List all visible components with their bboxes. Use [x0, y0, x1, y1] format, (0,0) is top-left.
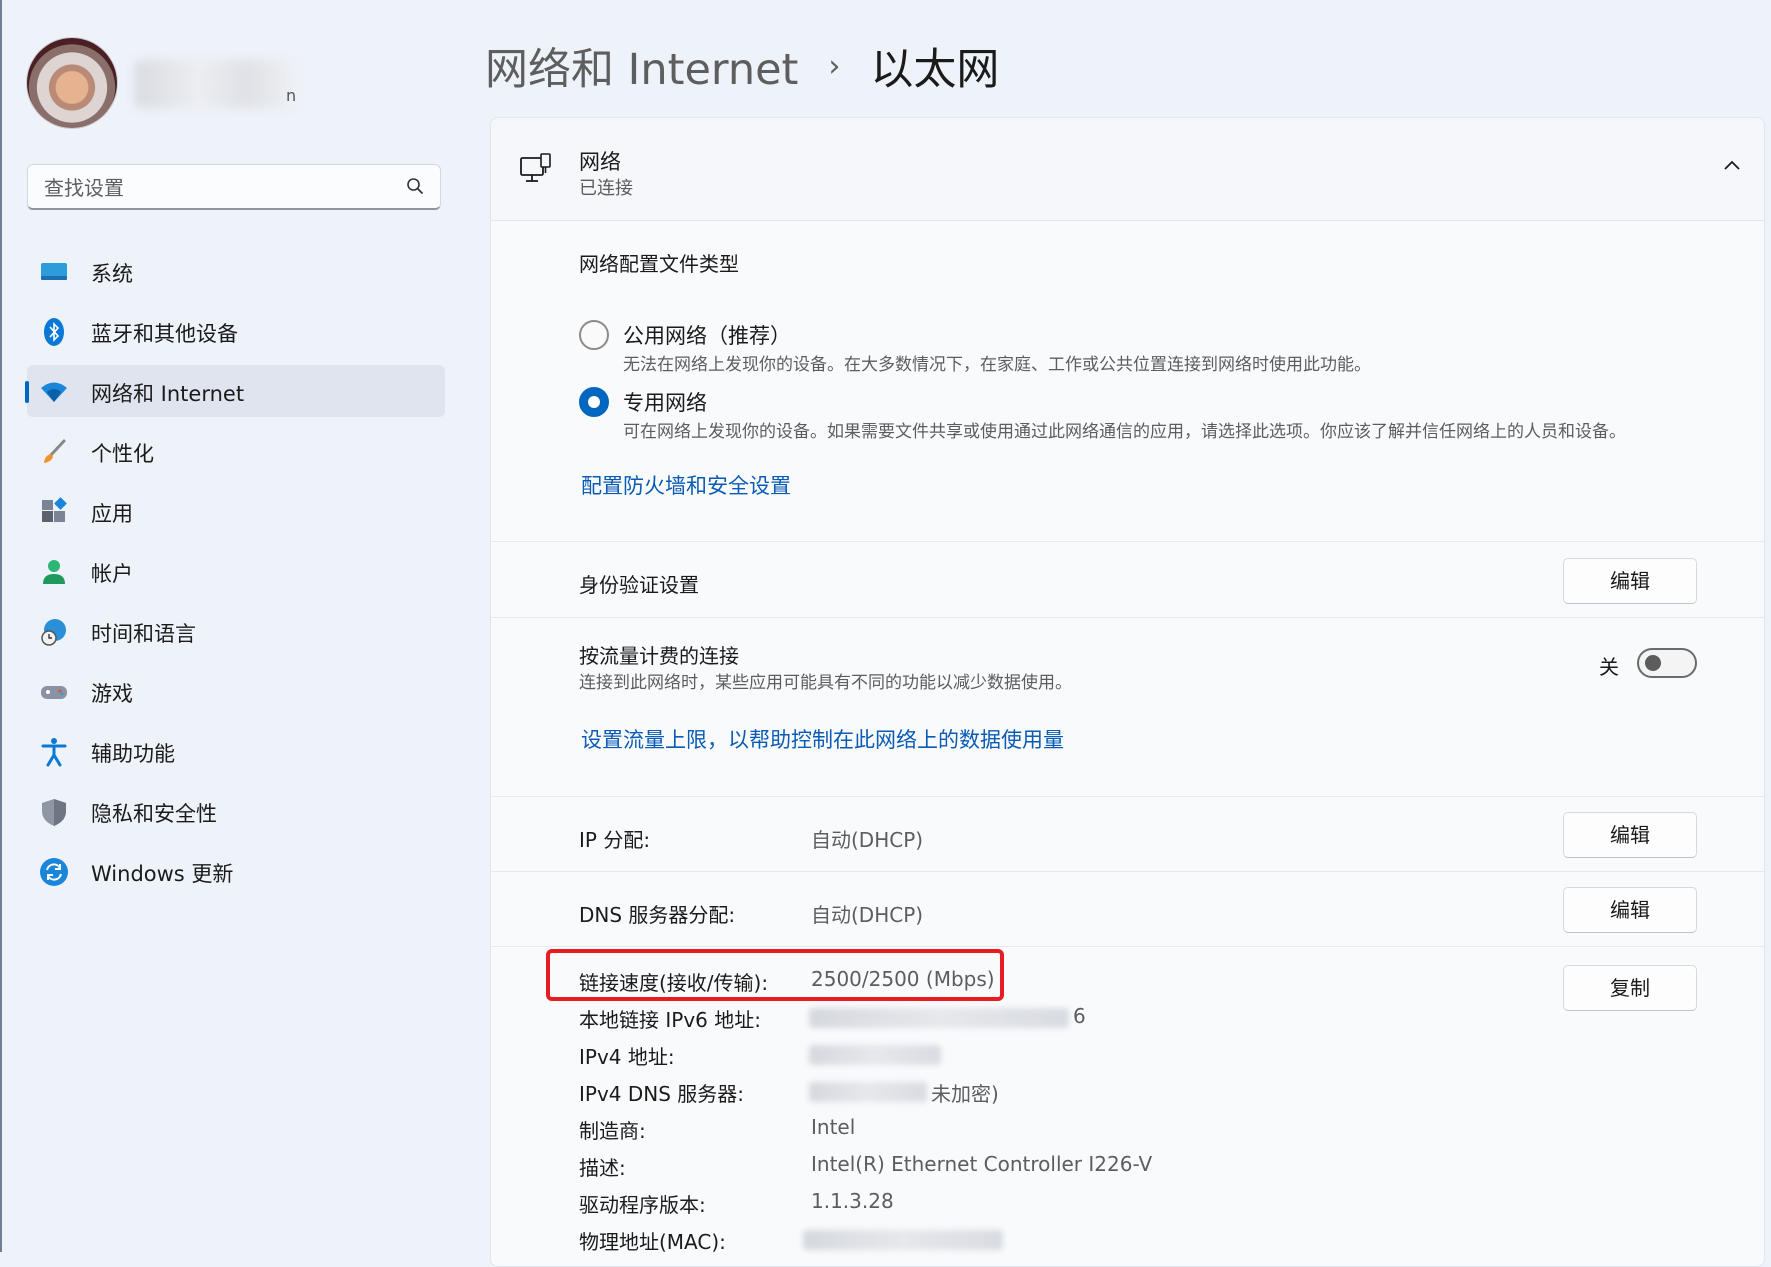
sidebar-item-system[interactable]: 系统	[27, 245, 445, 297]
divider	[491, 617, 1764, 618]
driver-version-label: 驱动程序版本:	[579, 1193, 706, 1217]
description-value: Intel(R) Ethernet Controller I226-V	[811, 1152, 1153, 1176]
radio-private-network[interactable]	[579, 387, 609, 417]
avatar[interactable]	[27, 38, 117, 128]
ip-assignment-label: IP 分配:	[579, 828, 651, 852]
card-title: 网络	[579, 150, 621, 174]
auth-edit-button[interactable]: 编辑	[1563, 558, 1697, 604]
breadcrumb-parent[interactable]: 网络和 Internet	[485, 35, 798, 97]
ipv4-redacted	[809, 1045, 941, 1065]
network-card-header[interactable]: 网络 已连接	[491, 118, 1764, 221]
description-label: 描述:	[579, 1156, 626, 1180]
metered-connection-label: 按流量计费的连接	[579, 644, 739, 668]
accessibility-icon	[41, 738, 67, 767]
divider	[491, 946, 1764, 947]
breadcrumb: 网络和 Internet › 以太网	[485, 36, 999, 96]
ipv6-label: 本地链接 IPv6 地址:	[579, 1008, 761, 1032]
ethernet-icon	[520, 153, 551, 182]
globe-clock-icon	[41, 619, 66, 646]
ipv4-label: IPv4 地址:	[579, 1045, 675, 1069]
chevron-up-icon[interactable]	[1722, 158, 1742, 172]
ipv4-dns-label: IPv4 DNS 服务器:	[579, 1082, 745, 1106]
toggle-knob	[1645, 655, 1661, 671]
metered-connection-desc: 连接到此网络时，某些应用可能具有不同的功能以减少数据使用。	[579, 673, 1072, 693]
driver-version-value: 1.1.3.28	[811, 1189, 894, 1213]
sidebar-item-label: 隐私和安全性	[91, 802, 217, 826]
private-network-desc: 可在网络上发现你的设备。如果需要文件共享或使用通过此网络通信的应用，请选择此选项…	[623, 422, 1626, 442]
sidebar-item-label: Windows 更新	[91, 862, 234, 886]
sidebar-item-accessibility[interactable]: 辅助功能	[27, 725, 445, 777]
ip-edit-button[interactable]: 编辑	[1563, 812, 1697, 858]
divider	[491, 541, 1764, 542]
sidebar-item-label: 蓝牙和其他设备	[91, 322, 238, 346]
sidebar: n 系统 蓝牙和其他设备 网络和 Inte	[0, 0, 480, 1252]
connection-status: 已连接	[579, 178, 633, 199]
sidebar-item-label: 个性化	[91, 442, 154, 466]
sidebar-item-label: 帐户	[91, 562, 133, 586]
dns-edit-button[interactable]: 编辑	[1563, 887, 1697, 933]
sidebar-item-bluetooth[interactable]: 蓝牙和其他设备	[27, 305, 445, 357]
manufacturer-label: 制造商:	[579, 1119, 646, 1143]
metered-toggle[interactable]	[1637, 648, 1697, 678]
firewall-settings-link[interactable]: 配置防火墙和安全设置	[581, 470, 791, 500]
divider	[491, 796, 1764, 797]
sidebar-item-network[interactable]: 网络和 Internet	[25, 365, 445, 417]
account-icon	[43, 560, 65, 584]
bluetooth-icon	[44, 318, 64, 346]
username-visible-tail: n	[286, 86, 297, 105]
shield-icon	[42, 799, 66, 826]
sidebar-item-gaming[interactable]: 游戏	[27, 665, 445, 717]
profile-type-label: 网络配置文件类型	[579, 252, 739, 276]
breadcrumb-separator: ›	[828, 48, 841, 84]
ipv6-value-tail: 6	[1073, 1004, 1086, 1028]
sidebar-item-apps[interactable]: 应用	[27, 485, 445, 537]
search-box[interactable]	[27, 164, 441, 210]
gamepad-icon	[41, 686, 67, 699]
brush-icon	[44, 439, 66, 463]
ipv6-redacted	[809, 1008, 1069, 1028]
public-network-desc: 无法在网络上发现你的设备。在大多数情况下，在家庭、工作或公共位置连接到网络时使用…	[623, 355, 1371, 375]
username-redacted	[135, 60, 295, 108]
update-icon	[40, 858, 68, 886]
sidebar-item-accounts[interactable]: 帐户	[27, 545, 445, 597]
private-network-title: 专用网络	[623, 391, 707, 415]
sidebar-item-personalization[interactable]: 个性化	[27, 425, 445, 477]
page-title: 以太网	[870, 45, 1000, 95]
sidebar-item-label: 网络和 Internet	[91, 382, 245, 406]
wifi-icon	[41, 382, 67, 402]
link-speed-highlight	[546, 949, 1004, 1001]
ip-assignment-value: 自动(DHCP)	[811, 828, 924, 852]
sidebar-item-label: 辅助功能	[91, 742, 175, 766]
data-limit-link[interactable]: 设置流量上限，以帮助控制在此网络上的数据使用量	[581, 724, 1064, 754]
radio-public-network[interactable]	[579, 320, 609, 350]
apps-icon	[42, 497, 67, 522]
divider	[491, 871, 1764, 872]
search-icon[interactable]	[406, 177, 424, 195]
search-input[interactable]	[42, 174, 386, 202]
ipv4-dns-redacted	[809, 1082, 927, 1102]
sidebar-item-privacy[interactable]: 隐私和安全性	[27, 785, 445, 837]
ipv4-dns-value-tail: 未加密)	[931, 1082, 999, 1106]
dns-assignment-value: 自动(DHCP)	[811, 903, 924, 927]
network-card: 网络 已连接 网络配置文件类型 公用网络（推荐） 无法在网络上发现你的设备。在大…	[490, 117, 1765, 1267]
copy-button[interactable]: 复制	[1563, 965, 1697, 1011]
mac-address-label: 物理地址(MAC):	[579, 1230, 726, 1254]
monitor-icon	[41, 263, 67, 280]
mac-redacted	[803, 1230, 1003, 1250]
sidebar-item-label: 游戏	[91, 682, 133, 706]
dns-assignment-label: DNS 服务器分配:	[579, 903, 736, 927]
sidebar-item-label: 时间和语言	[91, 622, 196, 646]
sidebar-item-label: 应用	[91, 502, 133, 526]
sidebar-item-label: 系统	[91, 262, 133, 286]
public-network-title: 公用网络（推荐）	[623, 324, 791, 348]
sidebar-item-windows-update[interactable]: Windows 更新	[27, 845, 445, 897]
sidebar-nav: 系统 蓝牙和其他设备 网络和 Internet 个性化 应用 帐户 时间和语言 …	[25, 245, 445, 905]
metered-toggle-state: 关	[1599, 655, 1619, 679]
auth-settings-label: 身份验证设置	[579, 573, 699, 597]
sidebar-item-time-language[interactable]: 时间和语言	[27, 605, 445, 657]
manufacturer-value: Intel	[811, 1115, 856, 1139]
